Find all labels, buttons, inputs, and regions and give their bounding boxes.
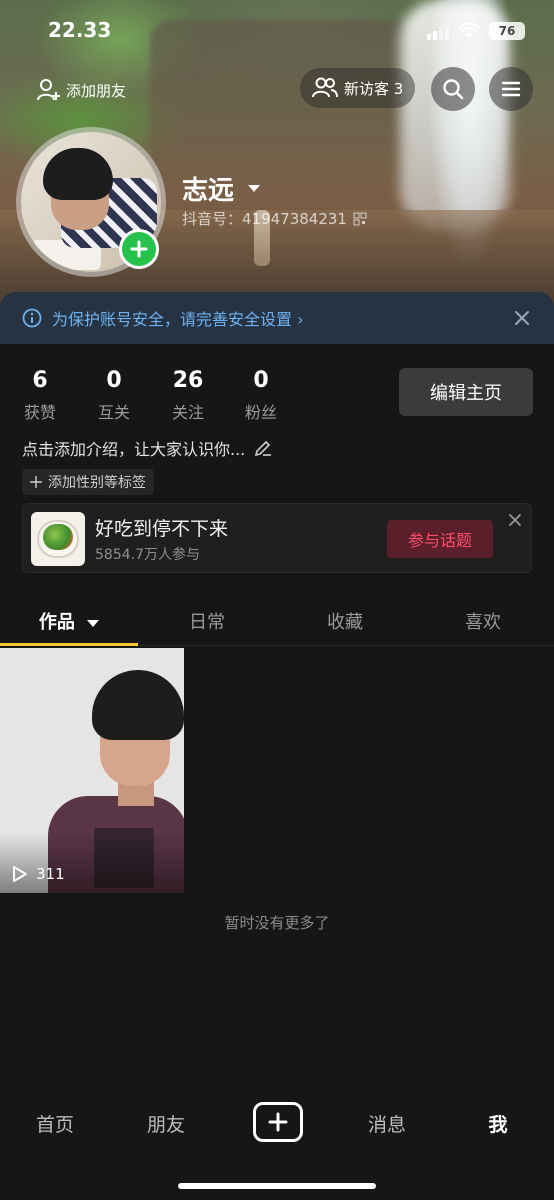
stat-following-label: 关注	[171, 403, 204, 422]
wifi-icon	[458, 22, 480, 38]
signal-icon	[427, 26, 449, 40]
nav-home[interactable]: 首页	[15, 1110, 95, 1137]
tab-favorites[interactable]: 收藏	[276, 608, 414, 634]
video-thumbnail[interactable]: 311	[0, 648, 184, 893]
edit-profile-button[interactable]: 编辑主页	[399, 368, 533, 416]
info-icon	[22, 308, 42, 328]
stat-mutual-number: 0	[106, 368, 122, 393]
edit-pencil-icon	[255, 440, 272, 457]
thumb-food	[43, 524, 73, 550]
security-banner-text: 为保护账号安全，请完善安全设置 ›	[52, 310, 304, 329]
add-friend-label: 添加朋友	[66, 81, 127, 100]
status-bar: 22.33 76	[0, 16, 554, 46]
stat-likes-number: 6	[32, 368, 48, 393]
search-icon	[443, 79, 464, 100]
play-count-text: 311	[36, 865, 65, 883]
nickname-text: 志远	[182, 176, 235, 206]
plus-icon	[30, 476, 42, 488]
stat-mutual[interactable]: 0 互关	[84, 368, 144, 423]
topic-card[interactable]: 好吃到停不下来 5854.7万人参与 参与话题	[22, 503, 532, 573]
tab-daily[interactable]: 日常	[138, 608, 276, 634]
avatar-hair	[43, 148, 113, 200]
home-indicator	[178, 1183, 376, 1189]
play-count: 311	[12, 865, 65, 883]
caret-down-icon	[248, 184, 261, 192]
video-gradient	[0, 833, 184, 893]
new-visitors-button[interactable]: 新访客 3	[300, 68, 416, 108]
plus-icon	[268, 1112, 288, 1132]
visitors-label: 新访客 3	[344, 79, 404, 98]
search-button[interactable]	[431, 67, 475, 111]
nav-me[interactable]: 我	[458, 1110, 538, 1137]
add-person-icon	[37, 79, 60, 101]
active-tab-indicator	[0, 643, 138, 646]
close-icon[interactable]	[512, 308, 532, 328]
douyin-id[interactable]: 抖音号：41947384231	[182, 208, 367, 229]
nickname[interactable]: 志远	[182, 170, 261, 207]
battery-icon: 76	[489, 22, 525, 40]
add-tags-button[interactable]: 添加性别等标签	[22, 469, 154, 495]
stat-following-number: 26	[172, 368, 204, 393]
add-tags-label: 添加性别等标签	[48, 475, 146, 491]
add-friend-button[interactable]: 添加朋友	[30, 70, 132, 110]
plus-icon	[130, 240, 148, 258]
stat-likes[interactable]: 6 获赞	[10, 368, 70, 423]
stat-likes-label: 获赞	[23, 403, 56, 422]
nav-friends[interactable]: 朋友	[126, 1110, 206, 1137]
add-avatar-button[interactable]	[119, 229, 159, 269]
content-tabs: 作品 日常 收藏 喜欢	[0, 600, 554, 646]
no-more-text: 暂时没有更多了	[224, 914, 330, 932]
topic-thumbnail	[31, 512, 85, 566]
video-hair	[92, 670, 184, 740]
stat-followers[interactable]: 0 粉丝	[231, 368, 291, 423]
tab-works-label: 作品	[38, 612, 75, 633]
topic-title: 好吃到停不下来	[95, 518, 229, 540]
join-topic-button[interactable]: 参与话题	[387, 520, 493, 558]
bio-add-button[interactable]: 点击添加介绍，让大家认识你...	[22, 436, 273, 460]
close-icon[interactable]	[507, 512, 523, 528]
hamburger-menu-icon	[501, 81, 521, 97]
douyin-id-text: 抖音号：41947384231	[182, 210, 347, 228]
stat-followers-label: 粉丝	[244, 403, 277, 422]
qr-code-icon	[353, 212, 367, 225]
visitors-icon	[312, 77, 338, 98]
stat-followers-number: 0	[253, 368, 269, 393]
caret-down-icon	[87, 620, 100, 627]
tab-likes[interactable]: 喜欢	[414, 608, 552, 634]
stat-mutual-label: 互关	[97, 403, 130, 422]
create-button[interactable]	[253, 1102, 303, 1142]
bio-placeholder: 点击添加介绍，让大家认识你...	[22, 440, 246, 459]
bottom-nav: 首页 朋友 消息 我	[0, 1088, 554, 1200]
security-banner[interactable]: 为保护账号安全，请完善安全设置 ›	[0, 292, 554, 344]
play-icon	[13, 866, 27, 882]
topic-participants: 5854.7万人参与	[95, 547, 200, 563]
menu-button[interactable]	[489, 67, 533, 111]
status-time: 22.33	[48, 18, 112, 42]
stat-following[interactable]: 26 关注	[158, 368, 218, 423]
tab-works[interactable]: 作品	[0, 608, 138, 634]
nav-messages[interactable]: 消息	[347, 1110, 427, 1137]
